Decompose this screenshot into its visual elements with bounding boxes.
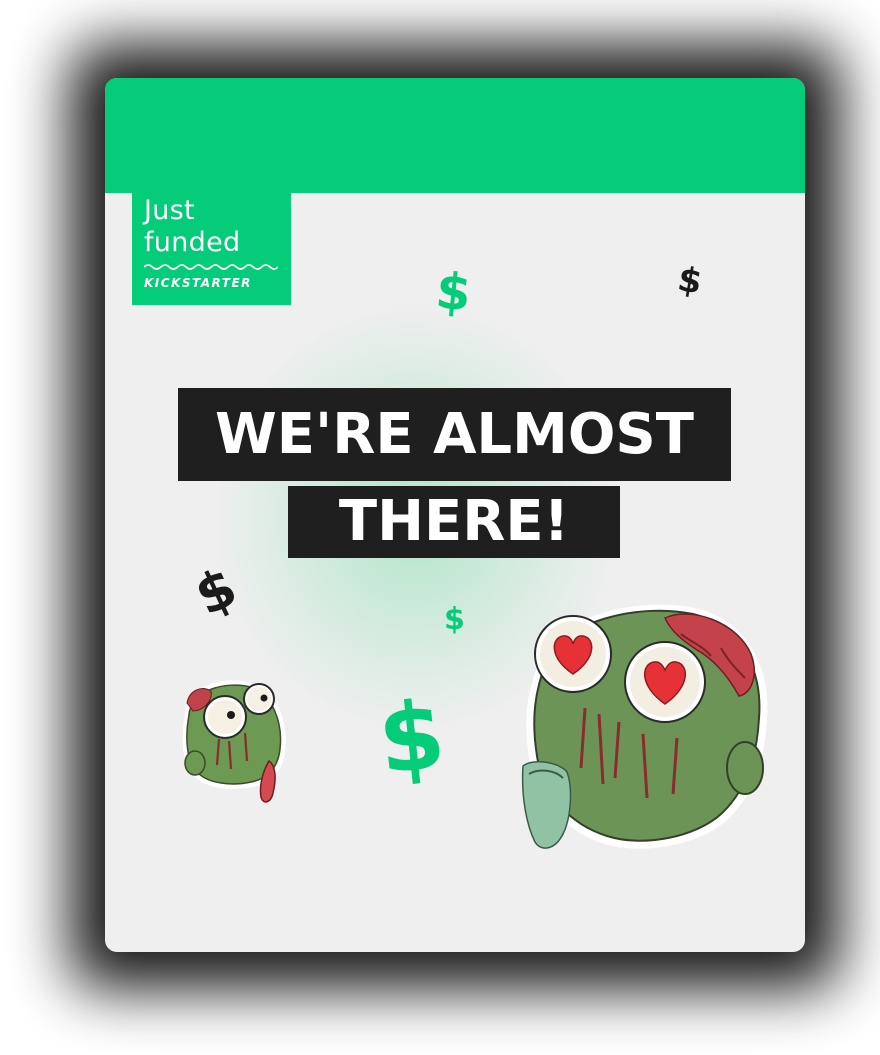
- large-zombie-head-heart-eyes-icon: [521, 604, 768, 849]
- dollar-icon: $: [373, 680, 450, 797]
- dollar-icon: $: [674, 259, 705, 303]
- promo-card: Just funded KICKSTARTER WE'RE ALMOST THE…: [105, 78, 805, 952]
- wave-divider-icon: [144, 264, 278, 270]
- badge-line-1: Just: [144, 195, 195, 226]
- headline-line-2: THERE!: [288, 486, 620, 558]
- just-funded-badge: Just funded KICKSTARTER: [132, 193, 291, 305]
- dollar-icon: $: [433, 261, 474, 323]
- small-zombie-head-icon: [182, 680, 286, 803]
- badge-line-2: funded: [144, 227, 241, 258]
- dollar-icon: $: [444, 602, 465, 637]
- top-banner: [105, 78, 805, 193]
- headline-line-1: WE'RE ALMOST: [178, 388, 731, 481]
- kickstarter-logo: KICKSTARTER: [144, 276, 252, 290]
